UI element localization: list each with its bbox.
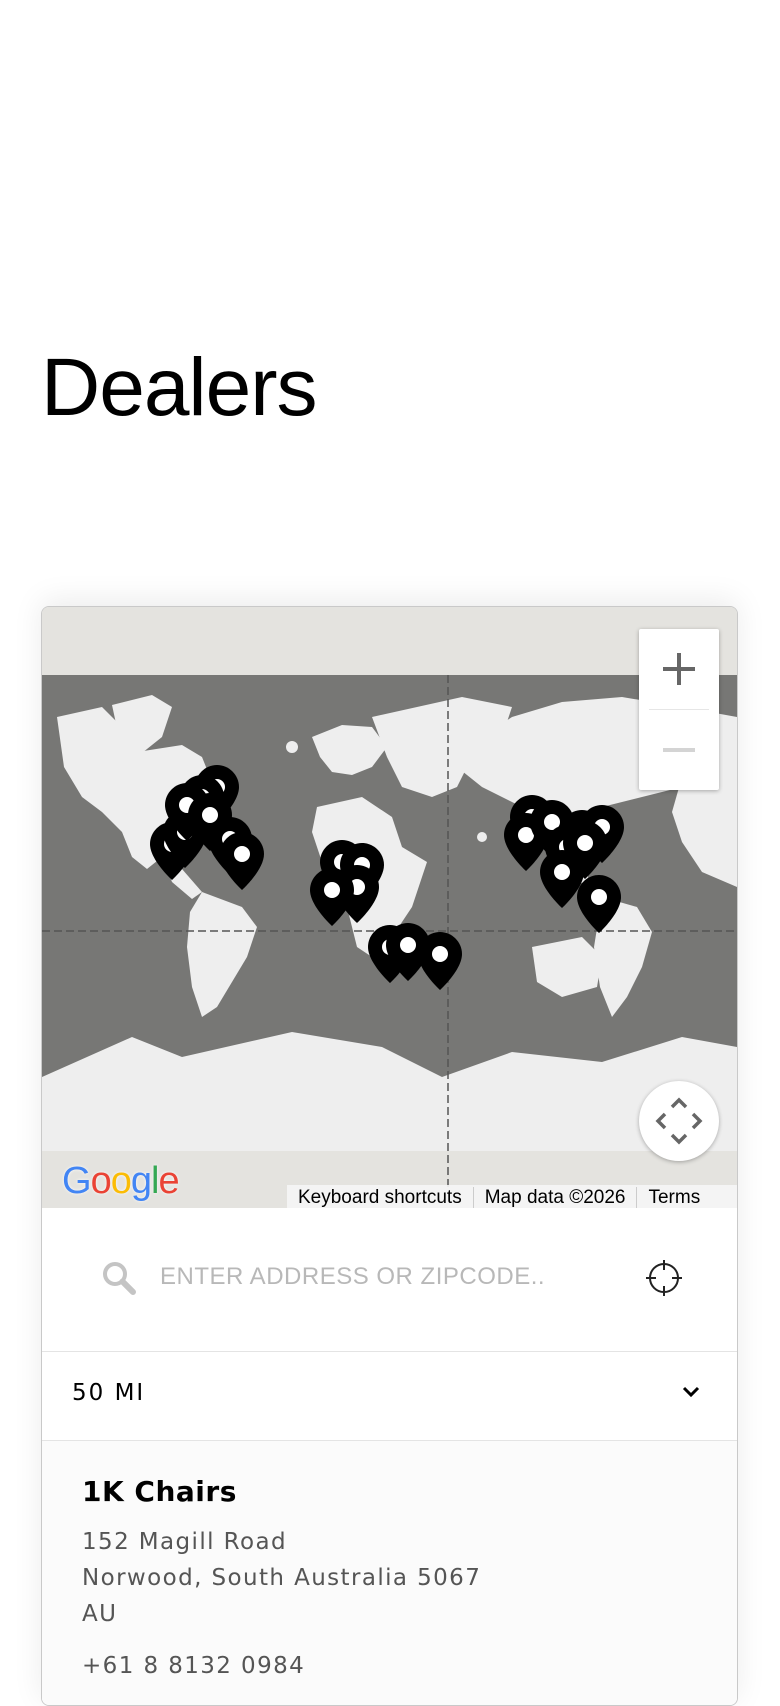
terms-link[interactable]: Terms bbox=[636, 1187, 711, 1208]
dealer-list: 1K Chairs 152 Magill Road Norwood, South… bbox=[42, 1441, 737, 1705]
chevron-down-icon bbox=[682, 1386, 700, 1398]
zoom-out-button[interactable] bbox=[639, 710, 719, 790]
dealer-address-line2: Norwood, South Australia 5067 bbox=[82, 1565, 482, 1591]
crosshair-icon[interactable] bbox=[645, 1259, 683, 1297]
google-logo-letter: e bbox=[158, 1160, 179, 1202]
google-logo-letter: G bbox=[62, 1160, 92, 1202]
dealer-map[interactable]: Google Keyboard shortcuts Map data ©2026… bbox=[42, 607, 737, 1208]
plus-icon bbox=[663, 653, 695, 685]
dealer-address-line1: 152 Magill Road bbox=[82, 1529, 287, 1555]
google-logo[interactable]: Google bbox=[62, 1160, 180, 1202]
map-attribution: Keyboard shortcuts Map data ©2026 Terms bbox=[287, 1185, 737, 1208]
google-logo-letter: g bbox=[130, 1160, 152, 1202]
map-data-link[interactable]: Map data ©2026 bbox=[472, 1187, 637, 1208]
dealer-name: 1K Chairs bbox=[82, 1475, 237, 1508]
zoom-controls bbox=[639, 629, 719, 790]
keyboard-shortcuts-link[interactable]: Keyboard shortcuts bbox=[287, 1187, 473, 1208]
radius-select[interactable]: 50 MI bbox=[42, 1352, 737, 1441]
dealer-country: AU bbox=[82, 1601, 118, 1627]
zoom-in-button[interactable] bbox=[639, 629, 719, 709]
google-logo-letter: o bbox=[110, 1160, 132, 1202]
pan-control-button[interactable] bbox=[639, 1081, 719, 1161]
page-title: Dealers bbox=[41, 342, 318, 433]
search-bar bbox=[42, 1209, 737, 1352]
google-logo-letter: o bbox=[90, 1160, 112, 1202]
dealer-phone[interactable]: +61 8 8132 0984 bbox=[82, 1653, 305, 1679]
radius-selected-value: 50 MI bbox=[72, 1380, 146, 1406]
minus-icon bbox=[663, 748, 695, 752]
search-icon bbox=[103, 1262, 136, 1295]
dealer-locator-card: Google Keyboard shortcuts Map data ©2026… bbox=[41, 606, 738, 1706]
address-search-input[interactable] bbox=[160, 1257, 580, 1297]
pan-arrows-icon bbox=[655, 1097, 703, 1145]
world-map[interactable] bbox=[42, 607, 737, 1208]
